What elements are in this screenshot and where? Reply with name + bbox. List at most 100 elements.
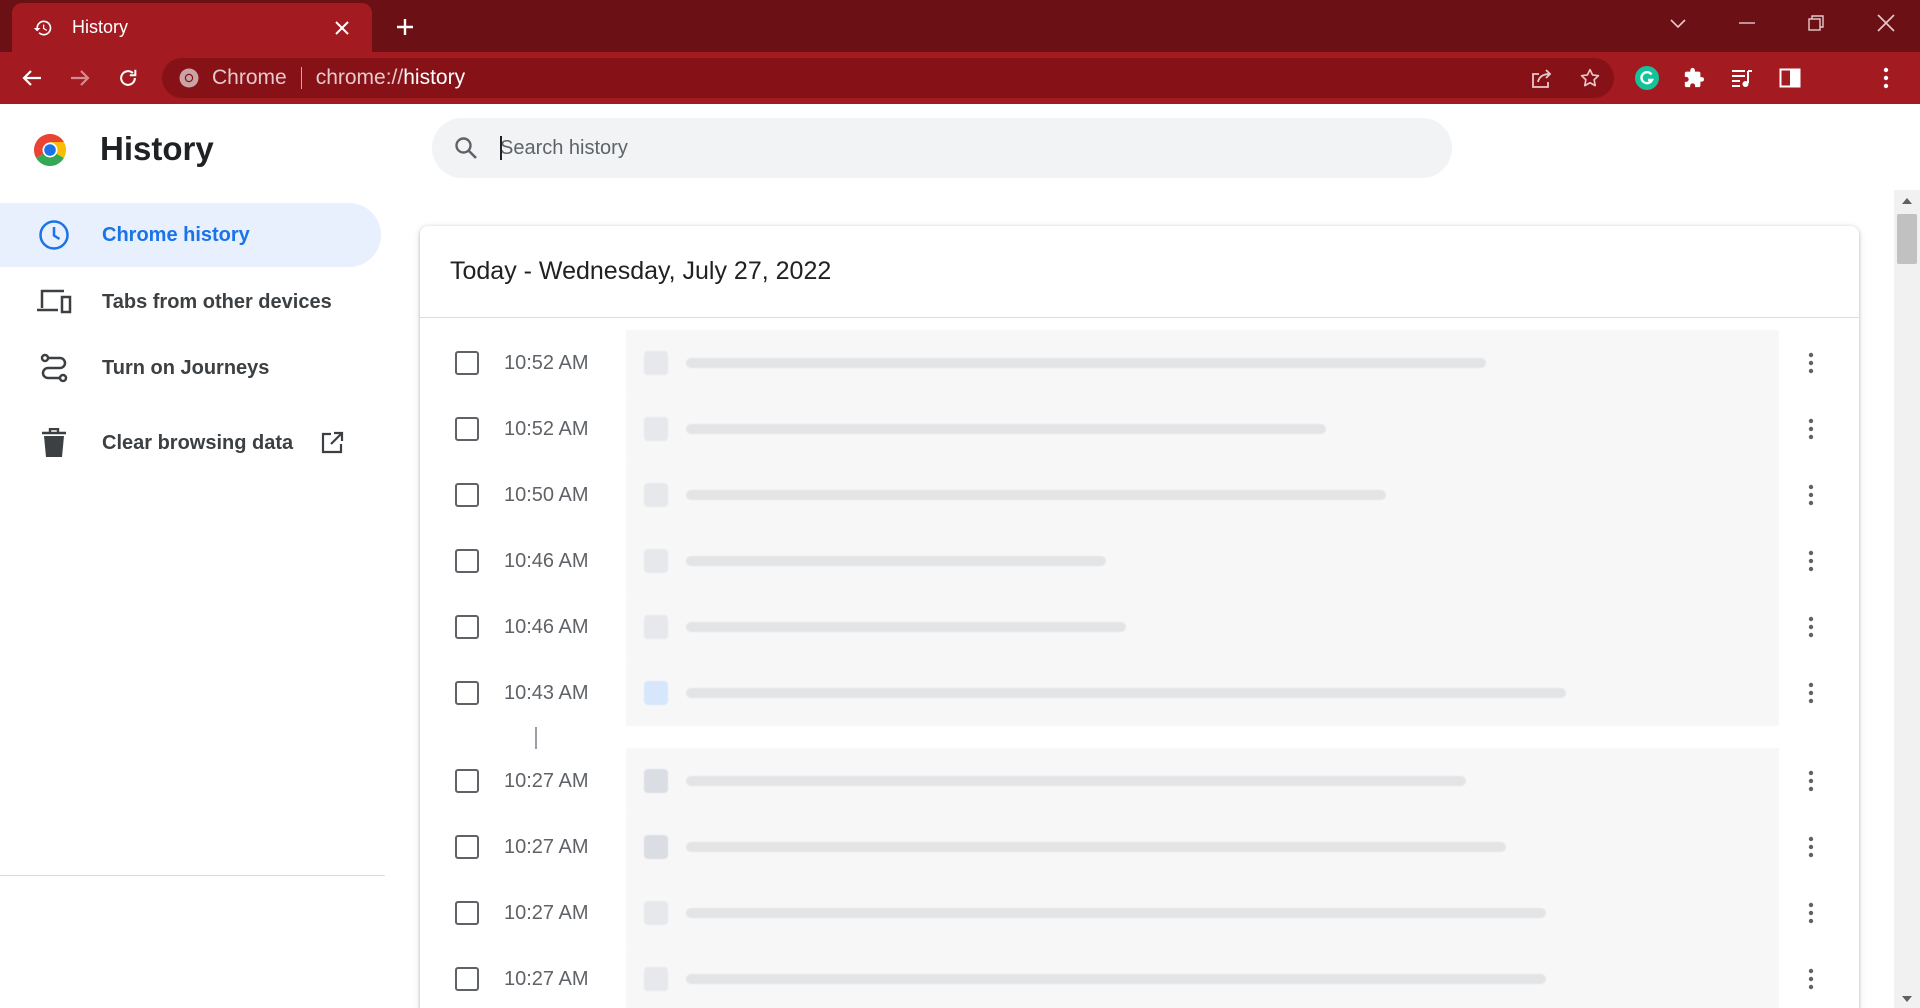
row-checkbox[interactable] xyxy=(455,483,479,507)
table-row: 10:27 AM xyxy=(420,946,1859,1008)
table-row: 10:46 AM xyxy=(420,528,1859,594)
omnibox-divider xyxy=(300,67,302,89)
blurred-history-entry[interactable] xyxy=(626,814,1779,880)
forward-arrow-icon[interactable] xyxy=(64,62,96,94)
row-time: 10:27 AM xyxy=(504,967,589,990)
chrome-site-icon xyxy=(178,67,200,89)
tab-title: History xyxy=(72,17,129,37)
blurred-history-entry[interactable] xyxy=(626,594,1779,660)
blurred-title xyxy=(686,974,1546,984)
row-time: 10:50 AM xyxy=(504,483,589,506)
history-icon xyxy=(32,17,54,39)
search-history-bar[interactable] xyxy=(432,118,1452,178)
clock-icon xyxy=(36,217,72,253)
row-checkbox[interactable] xyxy=(455,901,479,925)
reload-icon[interactable] xyxy=(112,62,144,94)
sidebar-item-label: Clear browsing data xyxy=(102,431,294,454)
row-checkbox[interactable] xyxy=(455,967,479,991)
table-row: 10:43 AM xyxy=(420,660,1859,726)
table-row: 10:27 AM xyxy=(420,814,1859,880)
sidebar-item-clear-browsing-data[interactable]: Clear browsing data xyxy=(0,411,381,475)
blurred-favicon xyxy=(644,615,668,639)
blurred-favicon xyxy=(644,681,668,705)
new-tab-button[interactable] xyxy=(390,12,420,42)
share-icon[interactable] xyxy=(1518,58,1566,98)
media-queue-icon[interactable] xyxy=(1726,62,1758,94)
row-checkbox[interactable] xyxy=(455,351,479,375)
sidebar-item-label: Tabs from other devices xyxy=(102,290,332,313)
scrollbar-thumb[interactable] xyxy=(1897,214,1917,264)
row-menu-kebab-icon[interactable] xyxy=(1795,409,1827,449)
blurred-history-entry[interactable] xyxy=(626,330,1779,396)
back-arrow-icon[interactable] xyxy=(16,62,48,94)
sidebar-item-chrome-history[interactable]: Chrome history xyxy=(0,203,381,267)
url-scheme: chrome:// xyxy=(315,66,404,89)
page-scrollbar[interactable] xyxy=(1894,190,1920,1008)
scroll-down-arrow-icon[interactable] xyxy=(1902,996,1912,1002)
blurred-history-entry[interactable] xyxy=(626,748,1779,814)
row-menu-kebab-icon[interactable] xyxy=(1795,607,1827,647)
close-window-icon[interactable] xyxy=(1866,6,1906,40)
text-caret xyxy=(500,136,502,160)
chrome-logo xyxy=(32,132,68,168)
blurred-favicon xyxy=(644,351,668,375)
grammarly-extension-icon[interactable] xyxy=(1631,62,1663,94)
search-icon xyxy=(452,134,480,162)
row-menu-kebab-icon[interactable] xyxy=(1795,959,1827,999)
row-menu-kebab-icon[interactable] xyxy=(1795,541,1827,581)
blurred-title xyxy=(686,424,1326,434)
blurred-title xyxy=(686,556,1106,566)
blurred-favicon xyxy=(644,417,668,441)
blurred-history-entry[interactable] xyxy=(626,462,1779,528)
row-menu-kebab-icon[interactable] xyxy=(1795,475,1827,515)
table-row: 10:46 AM xyxy=(420,594,1859,660)
address-bar[interactable]: Chrome chrome://history xyxy=(162,58,1614,98)
row-time: 10:27 AM xyxy=(504,769,589,792)
row-menu-kebab-icon[interactable] xyxy=(1795,827,1827,867)
blurred-history-entry[interactable] xyxy=(626,396,1779,462)
blurred-history-entry[interactable] xyxy=(626,946,1779,1008)
bookmark-star-icon[interactable] xyxy=(1566,58,1614,98)
url-host: history xyxy=(403,66,466,89)
blurred-favicon xyxy=(644,835,668,859)
row-menu-kebab-icon[interactable] xyxy=(1795,893,1827,933)
side-panel-icon[interactable] xyxy=(1774,62,1806,94)
menu-kebab-icon[interactable] xyxy=(1870,62,1902,94)
minimize-icon[interactable] xyxy=(1727,6,1767,40)
table-row: 10:50 AM xyxy=(420,462,1859,528)
row-checkbox[interactable] xyxy=(455,417,479,441)
extensions-puzzle-icon[interactable] xyxy=(1678,62,1710,94)
sidebar-item-turn-on-journeys[interactable]: Turn on Journeys xyxy=(0,336,381,400)
row-menu-kebab-icon[interactable] xyxy=(1795,761,1827,801)
row-time: 10:46 AM xyxy=(504,615,589,638)
blurred-history-entry[interactable] xyxy=(626,660,1779,726)
row-checkbox[interactable] xyxy=(455,835,479,859)
url-text[interactable]: chrome://history xyxy=(316,66,465,90)
row-time: 10:52 AM xyxy=(504,417,589,440)
row-menu-kebab-icon[interactable] xyxy=(1795,343,1827,383)
scroll-up-arrow-icon[interactable] xyxy=(1902,198,1912,204)
tab-history[interactable]: History xyxy=(12,3,372,52)
blurred-history-entry[interactable] xyxy=(626,528,1779,594)
row-checkbox[interactable] xyxy=(455,615,479,639)
tab-search-chevron-icon[interactable] xyxy=(1658,6,1698,40)
blurred-title xyxy=(686,490,1386,500)
close-tab-icon[interactable] xyxy=(330,16,354,40)
sidebar-divider xyxy=(0,875,385,876)
omnibox-actions xyxy=(1518,58,1614,98)
row-checkbox[interactable] xyxy=(455,681,479,705)
blurred-history-entry[interactable] xyxy=(626,880,1779,946)
row-checkbox[interactable] xyxy=(455,769,479,793)
browser-window: History Chrome chrome://history History … xyxy=(0,0,1920,1008)
search-input[interactable] xyxy=(500,136,1400,160)
row-checkbox[interactable] xyxy=(455,549,479,573)
date-header: Today - Wednesday, July 27, 2022 xyxy=(420,226,1859,318)
row-time: 10:52 AM xyxy=(504,351,589,374)
row-menu-kebab-icon[interactable] xyxy=(1795,673,1827,713)
restore-icon[interactable] xyxy=(1796,6,1836,40)
trash-icon xyxy=(36,425,72,461)
journeys-icon xyxy=(36,350,72,386)
blurred-favicon xyxy=(644,901,668,925)
row-time: 10:46 AM xyxy=(504,549,589,572)
sidebar-item-tabs-from-other-devices[interactable]: Tabs from other devices xyxy=(0,270,381,334)
